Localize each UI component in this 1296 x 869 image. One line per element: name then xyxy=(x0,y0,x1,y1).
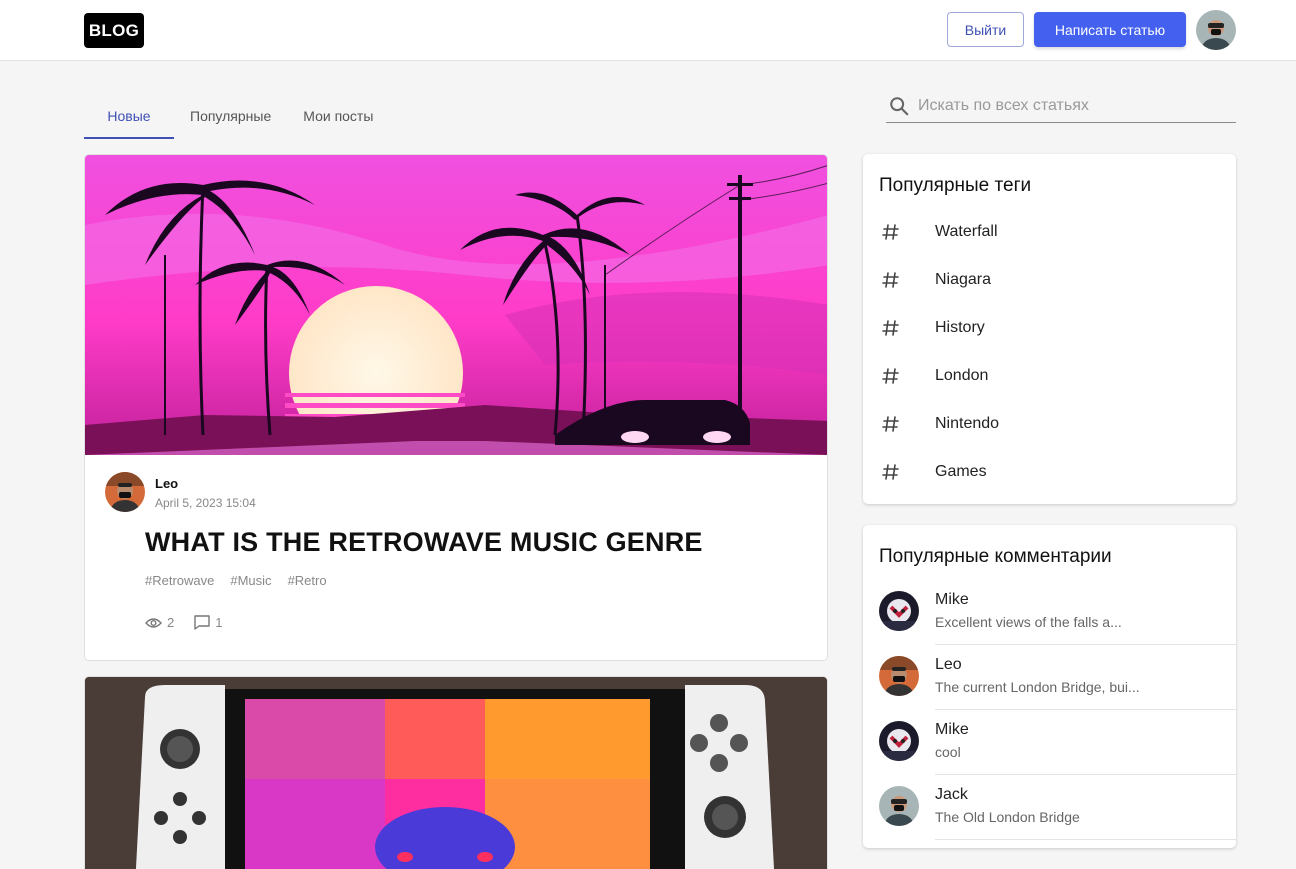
author-avatar[interactable] xyxy=(105,472,145,512)
tag-item-london[interactable]: London xyxy=(863,352,1236,400)
comment-item[interactable]: Leo The current London Bridge, bui... xyxy=(863,645,1236,710)
tag-item-niagara[interactable]: Niagara xyxy=(863,256,1236,304)
tag-item-waterfall[interactable]: Waterfall xyxy=(863,208,1236,256)
post-tag[interactable]: #Retro xyxy=(288,573,327,588)
logout-button[interactable]: Выйти xyxy=(947,12,1024,47)
nintendo-switch-image[interactable] xyxy=(85,677,828,869)
hash-icon xyxy=(882,224,899,240)
tab-popular[interactable]: Популярные xyxy=(174,92,287,139)
comments-count: 1 xyxy=(194,615,222,630)
post-card[interactable]: Leo April 5, 2023 15:04 WHAT IS THE RETR… xyxy=(84,154,828,661)
post-tag[interactable]: #Retrowave xyxy=(145,573,214,588)
commenter-name: Jack xyxy=(935,786,968,803)
tab-new[interactable]: Новые xyxy=(84,92,174,139)
comment-icon xyxy=(194,615,210,630)
search-input[interactable] xyxy=(918,97,1218,115)
views-count: 2 xyxy=(145,615,174,630)
post-date: April 5, 2023 15:04 xyxy=(155,496,256,510)
user-avatar-icon[interactable] xyxy=(1196,10,1236,50)
popular-tags-title: Популярные теги xyxy=(879,175,1032,196)
search-icon xyxy=(890,97,909,116)
commenter-avatar[interactable] xyxy=(879,591,919,631)
comment-item[interactable]: Mike cool xyxy=(863,710,1236,775)
search-bar xyxy=(886,90,1236,123)
hash-icon xyxy=(882,464,899,480)
popular-tags-card: Популярные теги Waterfall Niagara Histor… xyxy=(863,154,1236,504)
tab-my-posts[interactable]: Мои посты xyxy=(287,92,389,139)
comment-text: The current London Bridge, bui... xyxy=(935,679,1140,695)
hash-icon xyxy=(882,368,899,384)
tag-item-games[interactable]: Games xyxy=(863,448,1236,496)
comment-text: The Old London Bridge xyxy=(935,809,1080,825)
post-stats: 2 1 xyxy=(145,615,222,630)
comment-item[interactable]: Mike Excellent views of the falls a... xyxy=(863,580,1236,645)
popular-comments-card: Популярные комментарии Mike Excellent vi… xyxy=(863,525,1236,848)
post-title[interactable]: WHAT IS THE RETROWAVE MUSIC GENRE xyxy=(145,527,703,558)
hash-icon xyxy=(882,320,899,336)
top-header: BLOG Выйти Написать статью xyxy=(0,0,1296,61)
commenter-avatar[interactable] xyxy=(879,721,919,761)
retrowave-sunset-palms-image[interactable] xyxy=(85,155,828,455)
hash-icon xyxy=(882,272,899,288)
comment-item[interactable]: Jack The Old London Bridge xyxy=(863,775,1236,840)
blog-logo[interactable]: BLOG xyxy=(84,13,144,48)
tag-item-nintendo[interactable]: Nintendo xyxy=(863,400,1236,448)
commenter-name: Mike xyxy=(935,721,969,738)
eye-icon xyxy=(145,617,162,628)
tag-item-history[interactable]: History xyxy=(863,304,1236,352)
hash-icon xyxy=(882,416,899,432)
write-article-button[interactable]: Написать статью xyxy=(1034,12,1186,47)
commenter-avatar[interactable] xyxy=(879,786,919,826)
comment-text: Excellent views of the falls a... xyxy=(935,614,1122,630)
popular-comments-title: Популярные комментарии xyxy=(879,546,1112,567)
post-tag[interactable]: #Music xyxy=(230,573,271,588)
post-tags: #Retrowave #Music #Retro xyxy=(145,573,327,588)
post-card[interactable] xyxy=(84,676,828,869)
divider xyxy=(935,839,1236,840)
post-tabs: Новые Популярные Мои посты xyxy=(84,92,389,139)
commenter-avatar[interactable] xyxy=(879,656,919,696)
commenter-name: Mike xyxy=(935,591,969,608)
author-name[interactable]: Leo xyxy=(155,476,178,491)
commenter-name: Leo xyxy=(935,656,962,673)
comment-text: cool xyxy=(935,744,961,760)
